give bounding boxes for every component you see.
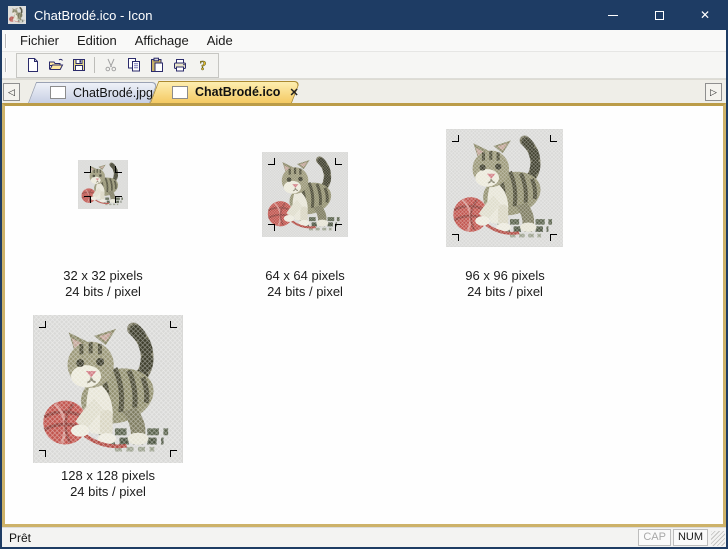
keyboard-indicator-panes: CAP NUM (638, 529, 708, 546)
size-label: 32 x 32 pixels (23, 268, 183, 284)
print-button[interactable] (168, 54, 191, 76)
depth-label: 24 bits / pixel (425, 284, 585, 300)
tab-content: ChatBrodé.ico ✕ (150, 81, 292, 103)
toolbar-gripper[interactable] (5, 58, 7, 72)
icon-image-64[interactable] (262, 152, 348, 237)
selection-corner-mark (335, 224, 342, 231)
app-cat-icon (8, 6, 26, 24)
new-button[interactable] (21, 54, 44, 76)
menu-fichier[interactable]: Fichier (11, 31, 68, 50)
toolbar-button-group: ? (16, 53, 219, 78)
maximize-icon (655, 11, 664, 20)
open-folder-icon (48, 57, 64, 73)
selection-corner-mark (170, 321, 177, 328)
tab-scroll-right-button[interactable]: ▷ (705, 83, 722, 101)
print-icon (172, 57, 188, 73)
selection-corner-mark (452, 135, 459, 142)
cat-image (446, 129, 563, 247)
tab-label: ChatBrodé.ico (195, 85, 280, 99)
menu-affichage[interactable]: Affichage (126, 31, 198, 50)
icon-label-64: 64 x 64 pixels 24 bits / pixel (225, 268, 385, 300)
tab-scroll-left-button[interactable]: ◁ (3, 83, 20, 101)
menubar: Fichier Edition Affichage Aide (2, 30, 726, 52)
open-button[interactable] (44, 54, 67, 76)
selection-corner-mark (268, 158, 275, 165)
help-question-icon: ? (195, 57, 211, 73)
depth-label: 24 bits / pixel (225, 284, 385, 300)
minimize-icon (608, 15, 618, 16)
copy-button[interactable] (122, 54, 145, 76)
tab-content: ChatBrodé.jpg (28, 82, 150, 103)
maximize-button[interactable] (636, 0, 682, 30)
tab-close-icon[interactable]: ✕ (289, 86, 298, 99)
selection-corner-mark (115, 166, 122, 173)
paste-clipboard-icon (149, 57, 165, 73)
icon-image-96[interactable] (446, 129, 563, 247)
copy-icon (126, 57, 142, 73)
icon-image-32[interactable] (78, 160, 128, 209)
cat-image (33, 315, 183, 463)
size-label: 64 x 64 pixels (225, 268, 385, 284)
status-message: Prêt (9, 531, 31, 545)
menu-edition[interactable]: Edition (68, 31, 126, 50)
caps-lock-indicator: CAP (638, 529, 671, 546)
close-button[interactable]: ✕ (682, 0, 728, 30)
cut-button[interactable] (99, 54, 122, 76)
save-floppy-icon (71, 57, 87, 73)
status-bar: Prêt CAP NUM (2, 527, 726, 547)
tab-chatbrode-ico[interactable]: ChatBrodé.ico ✕ (150, 81, 292, 103)
depth-label: 24 bits / pixel (28, 484, 188, 500)
icon-document-view: 32 x 32 pixels 24 bits / pixel 64 x 64 p… (2, 103, 726, 527)
selection-corner-mark (452, 234, 459, 241)
close-icon: ✕ (700, 9, 710, 21)
svg-text:?: ? (199, 59, 206, 73)
menu-aide[interactable]: Aide (198, 31, 242, 50)
selection-corner-mark (170, 450, 177, 457)
cut-scissors-icon (103, 57, 119, 73)
depth-label: 24 bits / pixel (23, 284, 183, 300)
selection-corner-mark (115, 196, 122, 203)
resize-grip[interactable] (711, 531, 725, 546)
selection-corner-mark (39, 321, 46, 328)
window-controls: ✕ (590, 0, 728, 30)
toolbar: ? (2, 52, 726, 79)
selection-corner-mark (335, 158, 342, 165)
selection-corner-mark (84, 196, 91, 203)
tab-label: ChatBrodé.jpg (73, 86, 153, 100)
image-thumbnail-icon (172, 86, 188, 99)
selection-corner-mark (550, 135, 557, 142)
image-thumbnail-icon (50, 86, 66, 99)
selection-corner-mark (84, 166, 91, 173)
save-button[interactable] (67, 54, 90, 76)
icon-label-32: 32 x 32 pixels 24 bits / pixel (23, 268, 183, 300)
help-button[interactable]: ? (191, 54, 214, 76)
size-label: 96 x 96 pixels (425, 268, 585, 284)
num-lock-indicator: NUM (673, 529, 708, 546)
document-tab-bar: ◁ ▷ ChatBrodé.jpg ChatBrodé.ico ✕ (2, 79, 726, 103)
titlebar: ChatBrodé.ico - Icon ✕ (0, 0, 728, 30)
app-window: ChatBrodé.ico - Icon ✕ Fichier Edition A… (0, 0, 728, 549)
toolbar-separator (94, 57, 95, 73)
selection-corner-mark (268, 224, 275, 231)
menubar-gripper[interactable] (5, 34, 7, 48)
icon-label-96: 96 x 96 pixels 24 bits / pixel (425, 268, 585, 300)
size-label: 128 x 128 pixels (28, 468, 188, 484)
selection-corner-mark (550, 234, 557, 241)
minimize-button[interactable] (590, 0, 636, 30)
paste-button[interactable] (145, 54, 168, 76)
icon-label-128: 128 x 128 pixels 24 bits / pixel (28, 468, 188, 500)
new-document-icon (25, 57, 41, 73)
tab-chatbrode-jpg[interactable]: ChatBrodé.jpg (28, 82, 150, 103)
icon-image-128[interactable] (33, 315, 183, 463)
window-title: ChatBrodé.ico - Icon (34, 8, 153, 23)
selection-corner-mark (39, 450, 46, 457)
